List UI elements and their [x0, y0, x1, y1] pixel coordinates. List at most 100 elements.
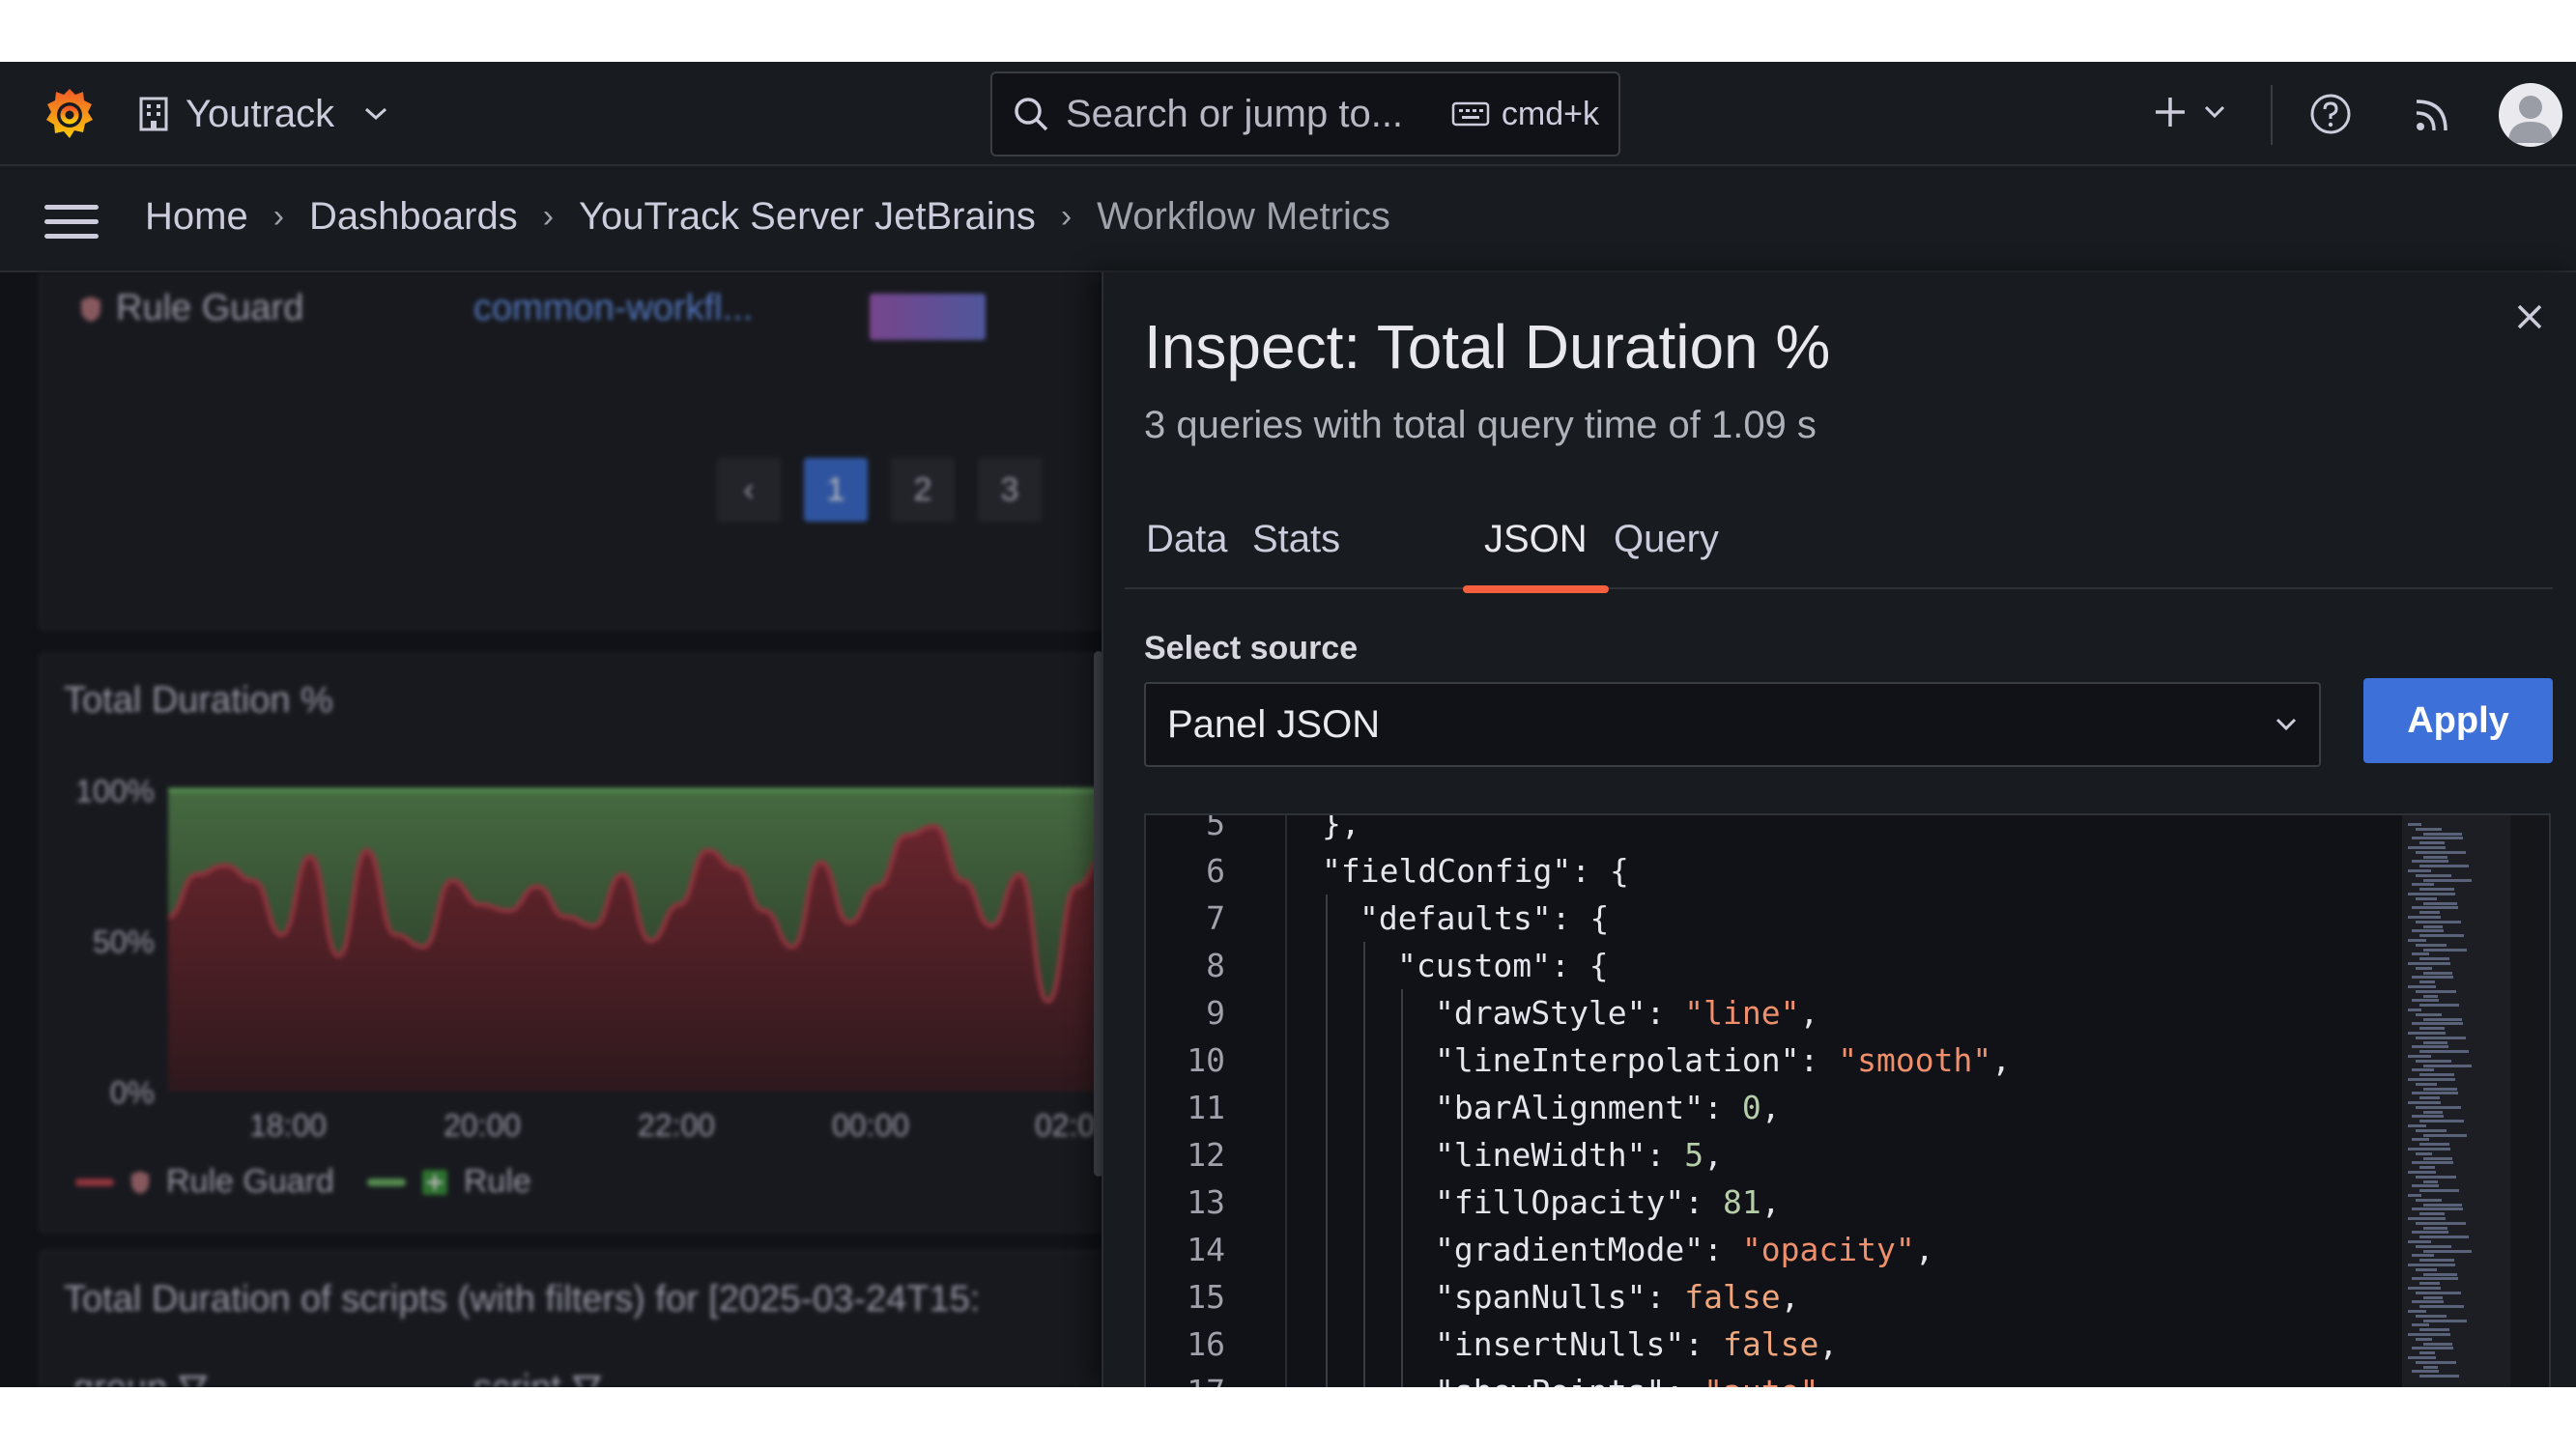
code-line[interactable]: 8 "custom": { — [1146, 942, 2402, 989]
code-line[interactable]: 6 "fieldConfig": { — [1146, 847, 2402, 895]
code-line[interactable]: 16 "insertNulls": false, — [1146, 1321, 2402, 1368]
page-button[interactable]: 1 — [804, 458, 868, 522]
indent-guide — [1326, 1368, 1328, 1387]
minimap-line — [2419, 934, 2464, 938]
minimap-line — [2408, 916, 2441, 919]
minimap-line — [2419, 1328, 2449, 1332]
minimap-line — [2412, 1277, 2458, 1281]
json-editor[interactable]: 5}, 6 "fieldConfig": {7 "defaults": {8 "cust… — [1144, 813, 2551, 1387]
tab-query[interactable]: Query — [1592, 518, 1740, 589]
code-line[interactable]: 10 "lineInterpolation": "smooth", — [1146, 1037, 2402, 1084]
code-line[interactable]: 17 "showPoints": "auto", — [1146, 1368, 2402, 1387]
user-avatar[interactable] — [2499, 83, 2562, 147]
new-menu-button[interactable] — [2153, 95, 2226, 129]
minimap-line — [2419, 1375, 2459, 1378]
page-button[interactable]: 3 — [978, 458, 1042, 522]
close-button[interactable] — [2512, 299, 2547, 334]
breadcrumb-folder[interactable]: YouTrack Server JetBrains — [579, 195, 1036, 239]
minimap-line — [2412, 1231, 2448, 1235]
code-line[interactable]: 14 "gradientMode": "opacity", — [1146, 1226, 2402, 1273]
legend-series-0[interactable]: Rule Guard — [166, 1163, 334, 1201]
indent-guide — [1326, 1179, 1328, 1226]
minimap-line — [2423, 1272, 2457, 1276]
search-bar[interactable]: Search or jump to... cmd+k — [990, 71, 1620, 156]
grafana-logo-icon[interactable] — [39, 83, 100, 145]
minimap-line — [2419, 1189, 2459, 1193]
code-line[interactable]: 11 "barAlignment": 0, — [1146, 1084, 2402, 1131]
minimap-line — [2416, 1036, 2466, 1039]
select-source-label: Select source — [1144, 630, 1359, 667]
minimap-line — [2412, 1347, 2453, 1350]
code-text: "drawStyle": "line", — [1435, 994, 1819, 1032]
column-header-group[interactable]: group ⛛ — [73, 1368, 209, 1387]
code-text: "lineInterpolation": "smooth", — [1435, 1041, 2012, 1079]
minimap-line — [2416, 1128, 2447, 1132]
menu-toggle-icon[interactable] — [44, 205, 99, 240]
code-line[interactable]: 12 "lineWidth": 5, — [1146, 1131, 2402, 1179]
minimap-line — [2408, 985, 2436, 988]
minimap-line — [2423, 1226, 2447, 1230]
source-select[interactable]: Panel JSON — [1144, 682, 2321, 767]
filter-icon[interactable]: ⛛ — [571, 1368, 602, 1387]
code-line[interactable]: 13 "fillOpacity": 81, — [1146, 1179, 2402, 1226]
column-header-script[interactable]: script ⛛ — [473, 1368, 602, 1387]
search-shortcut: cmd+k — [1451, 96, 1599, 133]
minimap-line — [2412, 952, 2429, 956]
org-switcher[interactable]: Youtrack — [137, 87, 388, 141]
minimap-line — [2423, 1133, 2467, 1137]
code-text: "gradientMode": "opacity", — [1435, 1231, 1934, 1268]
indent-guide — [1401, 1179, 1403, 1226]
code-line[interactable]: 5}, — [1146, 815, 2402, 847]
line-number: 14 — [1187, 1231, 1225, 1268]
indent-guide — [1326, 1084, 1328, 1131]
code-line[interactable]: 7 "defaults": { — [1146, 895, 2402, 942]
minimap-line — [2408, 1124, 2426, 1127]
tab-stats[interactable]: Stats — [1231, 518, 1361, 589]
help-button[interactable] — [2309, 93, 2352, 140]
editor-scrollbar[interactable] — [2510, 815, 2549, 1387]
minimap-line — [2423, 1017, 2462, 1021]
news-button[interactable] — [2412, 93, 2454, 140]
editor-minimap[interactable] — [2402, 815, 2510, 1387]
inspect-drawer: Inspect: Total Duration % 3 queries with… — [1102, 272, 2576, 1387]
code-text: "custom": { — [1397, 947, 1609, 984]
indent-guide — [1363, 1084, 1365, 1131]
minimap-line — [2408, 1009, 2421, 1011]
minimap-line — [2408, 1356, 2436, 1359]
indent-guide — [1326, 1226, 1328, 1273]
minimap-line — [2412, 1300, 2444, 1304]
breadcrumb-home[interactable]: Home — [145, 195, 248, 239]
minimap-line — [2416, 943, 2447, 947]
breadcrumb-dashboards[interactable]: Dashboards — [309, 195, 518, 239]
tab-json[interactable]: JSON — [1463, 518, 1609, 593]
minimap-line — [2423, 1179, 2438, 1183]
filter-icon[interactable]: ⛛ — [178, 1368, 209, 1387]
legend-series-1[interactable]: Rule — [464, 1163, 531, 1201]
line-number: 9 — [1206, 994, 1225, 1032]
drawer-title: Inspect: Total Duration % — [1144, 312, 1831, 382]
indent-guide — [1326, 1273, 1328, 1321]
minimap-line — [2416, 1082, 2437, 1086]
apply-button[interactable]: Apply — [2363, 678, 2553, 763]
minimap-line — [2423, 1295, 2443, 1299]
minimap-line — [2412, 837, 2463, 840]
indent-guide — [1401, 989, 1403, 1037]
minimap-line — [2412, 1370, 2439, 1374]
minimap-line — [2412, 929, 2444, 933]
column-label: script — [473, 1368, 561, 1387]
code-line[interactable]: 9 "drawStyle": "line", — [1146, 989, 2402, 1037]
indent-guide — [1326, 895, 1328, 942]
code-line[interactable]: 15 "spanNulls": false, — [1146, 1273, 2402, 1321]
minimap-line — [2416, 920, 2461, 923]
code-text: "spanNulls": false, — [1435, 1278, 1800, 1316]
row-script-link[interactable]: common-workfl... — [473, 288, 753, 329]
minimap-line — [2412, 1323, 2429, 1327]
prev-page-button[interactable]: ‹ — [717, 458, 781, 522]
page-button[interactable]: 2 — [891, 458, 955, 522]
minimap-line — [2408, 939, 2426, 942]
indent-guide — [1326, 1037, 1328, 1084]
chevron-down-icon — [365, 107, 387, 121]
minimap-line — [2419, 980, 2435, 984]
chart-legend: Rule Guard Rule — [75, 1163, 531, 1201]
minimap-line — [2419, 1212, 2445, 1216]
